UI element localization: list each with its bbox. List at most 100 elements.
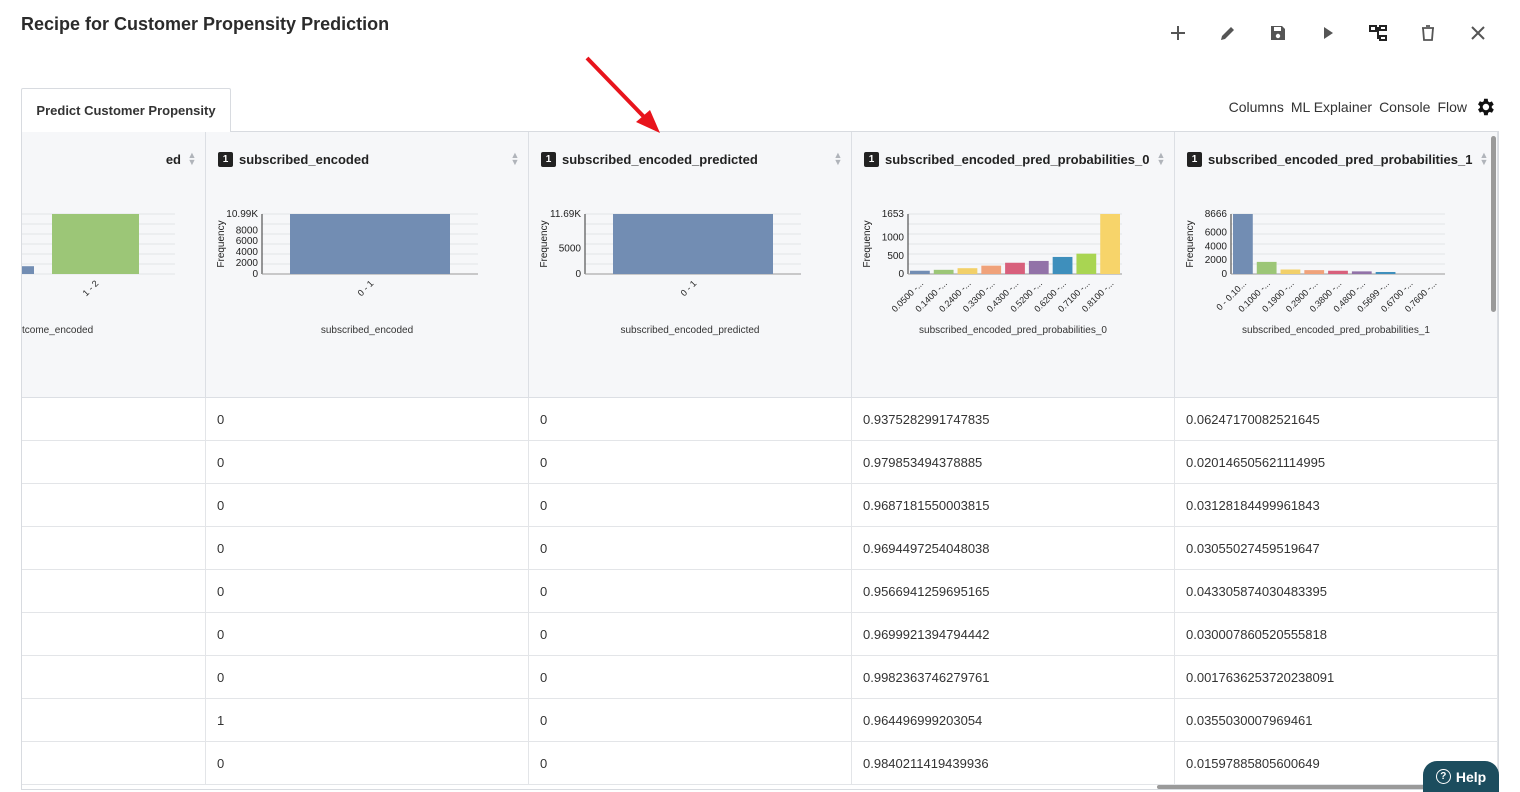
table-cell[interactable]: 0 — [529, 398, 852, 441]
histogram-bar[interactable] — [957, 268, 978, 274]
histogram-bar[interactable] — [1233, 214, 1253, 274]
table-cell[interactable]: 0 — [529, 484, 852, 527]
table-row[interactable]: 0 0 0.979853494378885 0.020146505621114995 — [22, 441, 1498, 484]
table-cell[interactable]: 0 — [206, 613, 529, 656]
table-cell[interactable]: 0.0355030007969461 — [1175, 699, 1498, 742]
vertical-scrollbar[interactable] — [1491, 136, 1496, 312]
table-cell[interactable] — [22, 441, 206, 484]
table-row[interactable]: 0 0 0.9566941259695165 0.043305874030483395 — [22, 570, 1498, 613]
histogram-bar[interactable] — [1280, 269, 1301, 274]
table-cell[interactable]: 0.06247170082521645 — [1175, 398, 1498, 441]
table-cell[interactable]: 0.03055027459519647 — [1175, 527, 1498, 570]
table-cell[interactable]: 0.9982363746279761 — [852, 656, 1175, 699]
histogram-bar[interactable] — [1328, 270, 1348, 274]
table-cell[interactable] — [22, 570, 206, 613]
table-cell[interactable]: 0.9687181550003815 — [852, 484, 1175, 527]
table-cell[interactable]: 0 — [529, 699, 852, 742]
column-header[interactable]: 1 subscribed_encoded_pred_probabilities_1… — [1175, 132, 1498, 397]
run-button[interactable] — [1316, 21, 1340, 45]
histogram-bar[interactable] — [52, 214, 139, 274]
table-cell[interactable] — [22, 484, 206, 527]
sort-icon[interactable]: ▲ ▼ — [1479, 151, 1489, 167]
table-cell[interactable]: 0 — [529, 613, 852, 656]
sort-icon[interactable]: ▲ ▼ — [1156, 151, 1166, 167]
table-cell[interactable]: 0 — [529, 441, 852, 484]
table-cell[interactable] — [22, 527, 206, 570]
table-cell[interactable]: 0.03128184499961843 — [1175, 484, 1498, 527]
column-header[interactable]: 1 subscribed_encoded ▲ ▼ Frequency 10.99K 8000… — [206, 132, 529, 397]
histogram-bar[interactable] — [22, 266, 34, 274]
table-row[interactable]: 1 0 0.964496999203054 0.0355030007969461 — [22, 699, 1498, 742]
table-cell[interactable]: 0 — [206, 441, 529, 484]
table-cell[interactable]: 0 — [529, 656, 852, 699]
histogram-bar[interactable] — [981, 265, 1002, 274]
table-cell[interactable]: 0.0017636253720238091 — [1175, 656, 1498, 699]
columns-link[interactable]: Columns — [1229, 99, 1284, 115]
flow-link[interactable]: Flow — [1437, 99, 1467, 115]
histogram-bar[interactable] — [910, 270, 930, 274]
console-link[interactable]: Console — [1379, 99, 1430, 115]
sort-icon[interactable]: ▲ ▼ — [510, 151, 520, 167]
table-cell[interactable]: 0.020146505621114995 — [1175, 441, 1498, 484]
column-header[interactable]: 1 subscribed_encoded_predicted ▲ ▼ Frequency… — [529, 132, 852, 397]
ml-explainer-link[interactable]: ML Explainer — [1291, 99, 1372, 115]
table-cell[interactable]: 0 — [529, 527, 852, 570]
table-cell[interactable]: 0 — [206, 570, 529, 613]
histogram-bar[interactable] — [1028, 260, 1049, 274]
table-cell[interactable] — [22, 699, 206, 742]
table-cell[interactable]: 0.9699921394794442 — [852, 613, 1175, 656]
table-row[interactable]: 0 0 0.9687181550003815 0.03128184499961843 — [22, 484, 1498, 527]
histogram-bar[interactable] — [1351, 271, 1372, 274]
table-cell[interactable] — [22, 398, 206, 441]
table-cell[interactable]: 0.9566941259695165 — [852, 570, 1175, 613]
edit-button[interactable] — [1216, 21, 1240, 45]
histogram-bar[interactable] — [933, 269, 954, 274]
table-cell[interactable]: 0 — [206, 398, 529, 441]
table-cell[interactable]: 0.9840211419439936 — [852, 742, 1175, 785]
histogram-bar[interactable] — [1256, 261, 1277, 274]
help-button[interactable]: ? Help — [1423, 761, 1499, 792]
histogram-bar[interactable] — [1304, 270, 1325, 274]
table-cell[interactable]: 0 — [206, 484, 529, 527]
add-button[interactable] — [1166, 21, 1190, 45]
sort-icon[interactable]: ▲ ▼ — [833, 151, 843, 167]
table-row[interactable]: 0 0 0.9699921394794442 0.030007860520555818 — [22, 613, 1498, 656]
table-cell[interactable]: 0.979853494378885 — [852, 441, 1175, 484]
x-tick-label: 1 - 2 — [81, 278, 101, 298]
tab-predict-customer-propensity[interactable]: Predict Customer Propensity — [21, 88, 231, 132]
table-cell[interactable] — [22, 656, 206, 699]
sort-icon[interactable]: ▲ ▼ — [187, 151, 197, 167]
histogram-bar[interactable] — [1052, 256, 1073, 274]
column-name: subscribed_encoded_predicted — [562, 152, 758, 167]
table-cell[interactable]: 1 — [206, 699, 529, 742]
histogram-bar[interactable] — [1375, 271, 1396, 274]
table-cell[interactable]: 0.043305874030483395 — [1175, 570, 1498, 613]
table-cell[interactable]: 0 — [529, 570, 852, 613]
histogram-bar[interactable] — [613, 214, 773, 274]
close-button[interactable] — [1466, 21, 1490, 45]
table-cell[interactable]: 0.9375282991747835 — [852, 398, 1175, 441]
table-row[interactable]: 0 0 0.9840211419439936 0.01597885805600649 — [22, 742, 1498, 785]
histogram-bar[interactable] — [1100, 214, 1120, 274]
table-cell[interactable]: 0.9694497254048038 — [852, 527, 1175, 570]
histogram-bar[interactable] — [290, 214, 450, 274]
table-cell[interactable]: 0 — [206, 527, 529, 570]
column-header[interactable]: 1 subscribed_encoded_pred_probabilities_0… — [852, 132, 1175, 397]
table-cell[interactable] — [22, 742, 206, 785]
table-cell[interactable]: 0 — [206, 742, 529, 785]
table-row[interactable]: 0 0 0.9694497254048038 0.03055027459519647 — [22, 527, 1498, 570]
delete-button[interactable] — [1416, 21, 1440, 45]
flow-tree-button[interactable] — [1366, 21, 1390, 45]
histogram-bar[interactable] — [1076, 253, 1097, 274]
histogram-bar[interactable] — [1005, 262, 1025, 274]
gear-icon[interactable] — [1474, 96, 1496, 118]
table-row[interactable]: 0 0 0.9375282991747835 0.06247170082521645 — [22, 398, 1498, 441]
save-button[interactable] — [1266, 21, 1290, 45]
column-header[interactable]: ed ▲ ▼ 1 - 2 tcome_encoded — [22, 132, 206, 397]
table-cell[interactable]: 0 — [206, 656, 529, 699]
table-cell[interactable]: 0 — [529, 742, 852, 785]
table-cell[interactable] — [22, 613, 206, 656]
table-cell[interactable]: 0.964496999203054 — [852, 699, 1175, 742]
table-row[interactable]: 0 0 0.9982363746279761 0.001763625372023809… — [22, 656, 1498, 699]
table-cell[interactable]: 0.030007860520555818 — [1175, 613, 1498, 656]
